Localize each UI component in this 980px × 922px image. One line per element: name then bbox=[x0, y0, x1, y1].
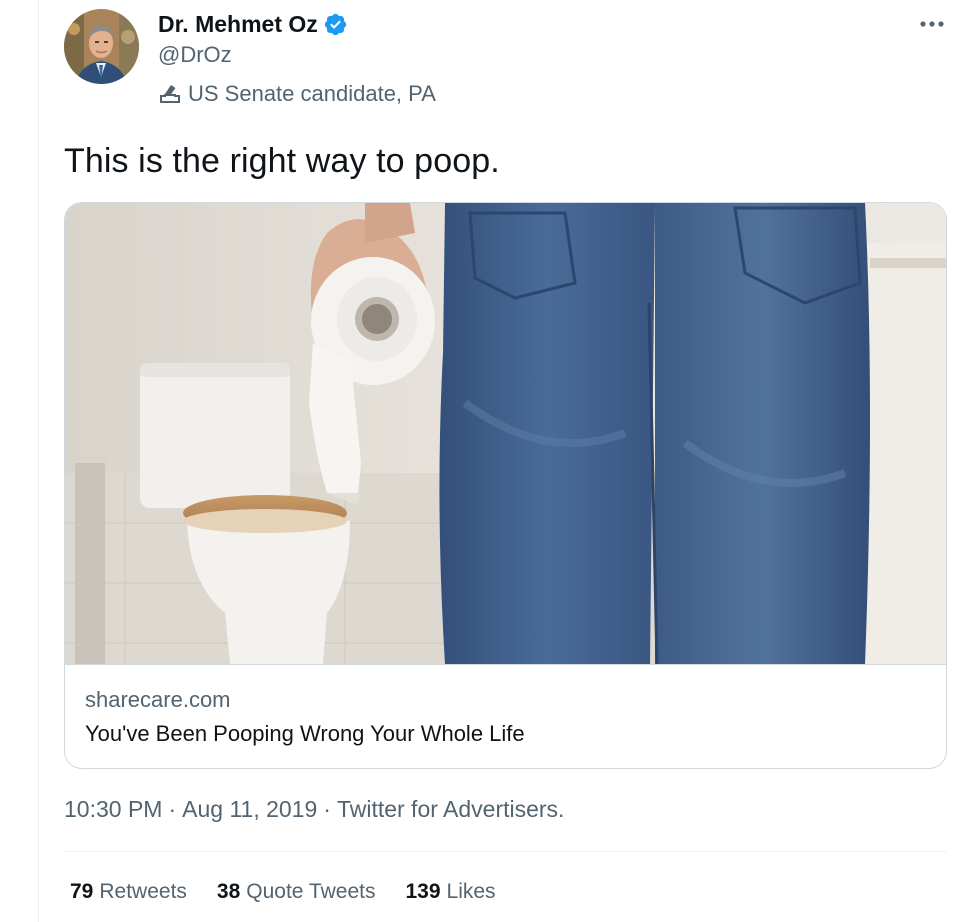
engagement-stats: 79 Retweets 38 Quote Tweets 139 Likes bbox=[70, 880, 526, 904]
author-name[interactable]: Dr. Mehmet Oz bbox=[158, 11, 318, 38]
tweet-text: This is the right way to poop. bbox=[64, 142, 500, 180]
more-options-button[interactable] bbox=[914, 12, 950, 36]
author-label-text: US Senate candidate, PA bbox=[188, 81, 436, 106]
card-image[interactable] bbox=[65, 203, 946, 665]
tweet-time[interactable]: 10:30 PM bbox=[64, 796, 162, 823]
likes-label: Likes bbox=[446, 880, 496, 903]
meta-separator: · bbox=[168, 796, 177, 822]
stats-divider bbox=[64, 851, 947, 852]
retweets-label: Retweets bbox=[99, 880, 187, 903]
meta-separator: · bbox=[323, 796, 331, 822]
quote-tweets-count: 38 bbox=[216, 880, 241, 903]
link-card[interactable]: sharecare.com You've Been Pooping Wrong … bbox=[64, 202, 947, 769]
author-label: US Senate candidate, PA bbox=[158, 81, 436, 107]
retweets-count: 79 bbox=[70, 880, 94, 903]
more-horizontal-icon bbox=[920, 21, 944, 27]
name-row: Dr. Mehmet Oz bbox=[158, 8, 436, 40]
tweet: Dr. Mehmet Oz @DrOz US Senate candidate,… bbox=[0, 0, 980, 922]
avatar[interactable] bbox=[64, 9, 139, 84]
verified-badge-icon bbox=[323, 12, 348, 37]
tweet-header: Dr. Mehmet Oz @DrOz US Senate candidate,… bbox=[158, 8, 436, 107]
tweet-date[interactable]: Aug 11, 2019 bbox=[182, 796, 317, 823]
quote-tweets-label: Quote Tweets bbox=[246, 880, 376, 903]
ballot-box-icon bbox=[158, 83, 182, 105]
card-domain: sharecare.com bbox=[85, 687, 231, 712]
card-title: You've Been Pooping Wrong Your Whole Lif… bbox=[85, 721, 525, 746]
card-divider bbox=[65, 664, 946, 665]
likes-count: 139 bbox=[405, 880, 441, 903]
tweet-metadata: 10:30 PM · Aug 11, 2019 · Twitter for Ad… bbox=[64, 796, 564, 823]
retweets-stat[interactable]: 79 Retweets bbox=[70, 880, 187, 904]
quote-tweets-stat[interactable]: 38 Quote Tweets bbox=[217, 880, 376, 904]
likes-stat[interactable]: 139 Likes bbox=[405, 880, 495, 904]
tweet-source[interactable]: Twitter for Advertisers. bbox=[337, 796, 565, 823]
author-handle[interactable]: @DrOz bbox=[158, 42, 436, 68]
